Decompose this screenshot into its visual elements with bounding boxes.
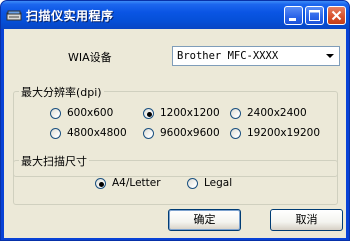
radio-label: Legal (204, 177, 233, 189)
ok-button[interactable]: 确定 (168, 209, 241, 231)
dropdown-arrow-button[interactable] (322, 48, 338, 64)
radio-circle (95, 178, 106, 189)
window-title: 扫描仪实用程序 (26, 9, 114, 23)
max-scan-size-title: 最大扫描尺寸 (19, 153, 89, 169)
title-bar[interactable]: 扫描仪实用程序 (1, 1, 349, 29)
radio-selected-dot (99, 182, 104, 187)
radio-label: 2400x2400 (247, 107, 307, 119)
minimize-button[interactable] (284, 6, 303, 25)
radio-selected-dot (147, 112, 152, 117)
radio-circle (187, 178, 198, 189)
dialog-client-area: WIA设备 Brother MFC-XXXX 最大分辨率(dpi) 600x60… (4, 29, 346, 238)
maximize-button[interactable] (305, 6, 324, 25)
radio-circle (50, 128, 61, 139)
radio-circle (143, 108, 154, 119)
close-icon (331, 10, 342, 21)
radio-label: 9600x9600 (160, 127, 220, 139)
maximize-icon (309, 10, 320, 21)
radio-legal[interactable]: Legal (187, 177, 297, 192)
scanner-utility-window: 扫描仪实用程序 WIA设备 Brother MFC-XXXX 最大分辨率(dpi… (0, 0, 350, 241)
close-button[interactable] (327, 6, 346, 25)
radio-19200x19200[interactable]: 19200x19200 (230, 127, 340, 142)
radio-label: 600x600 (67, 107, 114, 119)
radio-label: A4/Letter (112, 177, 161, 189)
minimize-icon (289, 18, 296, 21)
radio-circle (230, 108, 241, 119)
radio-circle (230, 128, 241, 139)
radio-circle (143, 128, 154, 139)
radio-label: 4800x4800 (67, 127, 127, 139)
radio-label: 19200x19200 (247, 127, 321, 139)
wia-device-value: Brother MFC-XXXX (177, 50, 279, 62)
chevron-down-icon (326, 54, 334, 58)
wia-device-label: WIA设备 (68, 51, 112, 64)
cancel-button[interactable]: 取消 (270, 209, 343, 231)
max-resolution-title: 最大分辨率(dpi) (19, 84, 104, 100)
wia-device-dropdown[interactable]: Brother MFC-XXXX (172, 46, 340, 66)
radio-circle (50, 108, 61, 119)
scanner-icon (6, 7, 22, 21)
max-scan-size-group: 最大扫描尺寸 A4/Letter Legal (13, 153, 338, 205)
radio-label: 1200x1200 (160, 107, 220, 119)
radio-2400x2400[interactable]: 2400x2400 (230, 107, 340, 122)
